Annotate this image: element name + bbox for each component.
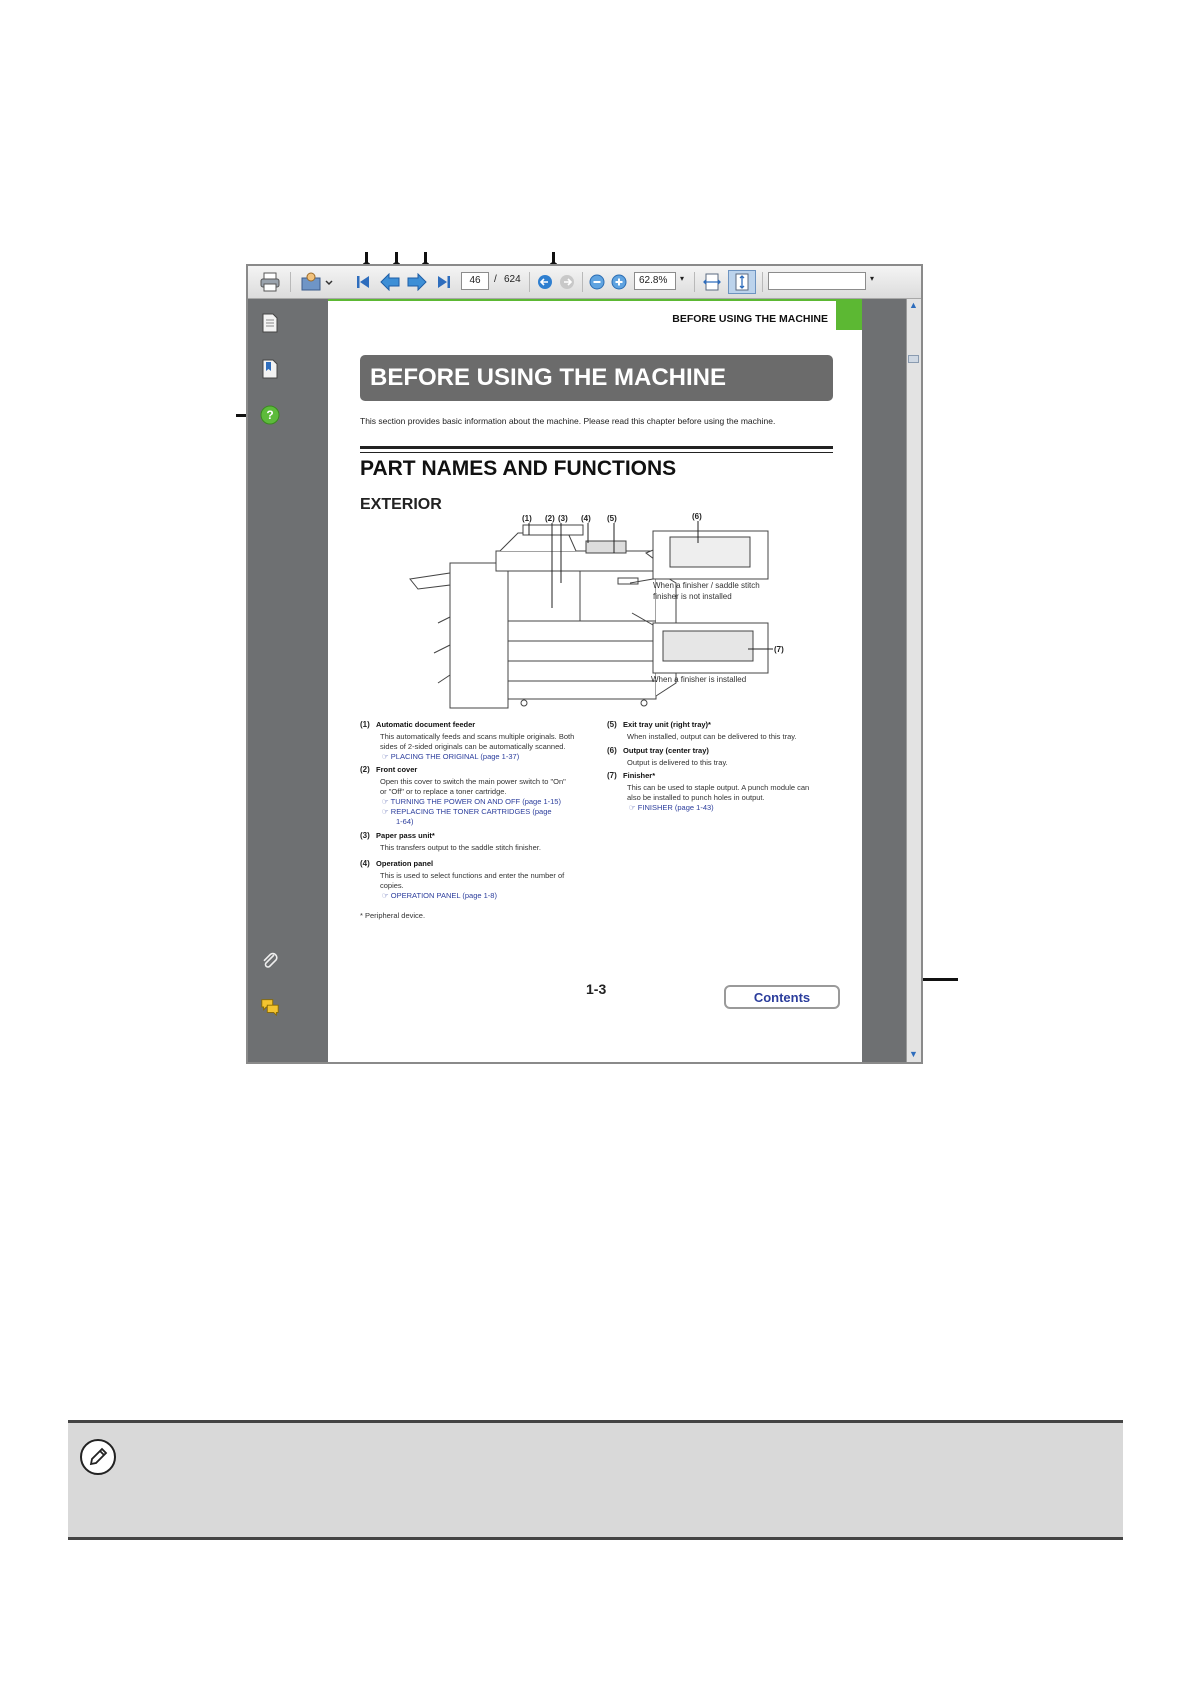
link-power-on-off[interactable]: ☞ TURNING THE POWER ON AND OFF (page 1-1… (360, 797, 590, 807)
navigation-panel: ? (248, 299, 328, 1062)
figure-label: (3) (558, 514, 568, 523)
last-page-icon[interactable] (435, 272, 453, 292)
first-page-icon[interactable] (354, 272, 372, 292)
zoom-in-icon[interactable] (610, 272, 628, 292)
part-description: (2) Front cover Open this cover to switc… (360, 765, 590, 827)
scroll-thumb[interactable] (908, 355, 919, 363)
pdf-viewer-window: 46 / 624 62.8% ▾ ▾ ? BEFORE USING THE MA… (246, 264, 923, 1064)
inset-caption-not-installed: finisher is not installed (653, 592, 732, 601)
attachments-icon[interactable] (260, 951, 280, 971)
machine-illustration: (1) (2) (3) (4) (5) (6) (7) (408, 512, 828, 723)
figure-label: (5) (607, 514, 617, 523)
page-total: 624 (504, 274, 521, 285)
viewer-toolbar: 46 / 624 62.8% ▾ ▾ (248, 266, 921, 299)
next-view-icon[interactable] (558, 272, 576, 292)
inset-caption-installed: When a finisher is installed (651, 675, 747, 684)
zoom-level-input[interactable]: 62.8% (634, 272, 676, 290)
fit-page-icon[interactable] (728, 270, 756, 294)
part-description: (7) Finisher* This can be used to staple… (607, 771, 827, 813)
figure-label: (6) (692, 513, 702, 521)
part-description: (4) Operation panel This is used to sele… (360, 859, 590, 901)
document-page: BEFORE USING THE MACHINE BEFORE USING TH… (328, 299, 862, 1062)
figure-label: (2) (545, 514, 555, 523)
pencil-note-icon (80, 1439, 116, 1475)
part-description: (5) Exit tray unit (right tray)* When in… (607, 720, 797, 741)
inset-caption-not-installed: When a finisher / saddle stitch (653, 581, 760, 590)
pages-icon[interactable] (260, 313, 280, 333)
part-description: (3) Paper pass unit* This transfers outp… (360, 831, 541, 852)
figure-label: (7) (774, 645, 784, 654)
fit-width-icon[interactable] (701, 272, 723, 292)
link-placing-original[interactable]: ☞ PLACING THE ORIGINAL (page 1-37) (360, 752, 590, 762)
bookmarks-icon[interactable] (260, 359, 280, 379)
scroll-down-icon[interactable]: ▼ (908, 1049, 919, 1061)
link-finisher[interactable]: ☞ FINISHER (page 1-43) (607, 803, 827, 813)
page-separator: / (494, 274, 497, 285)
page-title: BEFORE USING THE MACHINE (360, 355, 833, 401)
intro-text: This section provides basic information … (360, 416, 776, 426)
chapter-tab-marker (836, 299, 862, 330)
print-icon[interactable] (258, 272, 282, 292)
next-page-icon[interactable] (406, 272, 428, 292)
figure-label: (1) (522, 514, 532, 523)
comments-icon[interactable] (260, 997, 280, 1017)
share-icon[interactable] (300, 272, 334, 292)
part-description: (1) Automatic document feeder This autom… (360, 720, 590, 762)
page-number: 1-3 (586, 981, 607, 997)
search-input[interactable] (768, 272, 866, 290)
running-header: BEFORE USING THE MACHINE (672, 313, 828, 325)
section-heading: PART NAMES AND FUNCTIONS (360, 457, 677, 480)
footnote: * Peripheral device. (360, 911, 426, 920)
page-number-input[interactable]: 46 (461, 272, 489, 290)
contents-button[interactable]: Contents (724, 985, 840, 1009)
previous-view-icon[interactable] (536, 272, 554, 292)
previous-page-icon[interactable] (379, 272, 401, 292)
subsection-heading: EXTERIOR (360, 496, 442, 513)
figure-label: (4) (581, 514, 591, 523)
note-box (68, 1420, 1123, 1540)
part-description: (6) Output tray (center tray) Output is … (607, 746, 728, 767)
zoom-out-icon[interactable] (588, 272, 606, 292)
search-dropdown-icon[interactable]: ▾ (870, 274, 874, 283)
help-icon[interactable]: ? (260, 405, 280, 425)
svg-text:?: ? (266, 408, 273, 422)
zoom-dropdown-icon[interactable]: ▾ (680, 274, 684, 283)
scroll-up-icon[interactable]: ▲ (908, 300, 919, 312)
link-operation-panel[interactable]: ☞ OPERATION PANEL (page 1-8) (360, 891, 590, 901)
link-replacing-toner[interactable]: ☞ REPLACING THE TONER CARTRIDGES (page (360, 807, 590, 817)
vertical-scrollbar[interactable]: ▲ ▼ (906, 299, 921, 1062)
